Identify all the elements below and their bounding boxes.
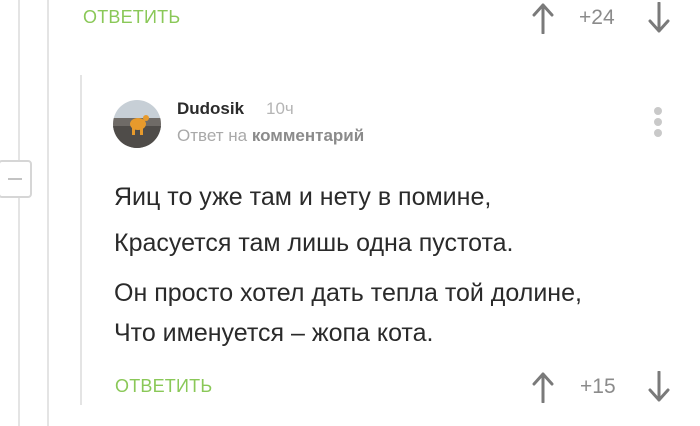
arrow-up-icon[interactable] bbox=[532, 2, 554, 34]
arrow-up-icon[interactable] bbox=[532, 371, 554, 403]
avatar[interactable] bbox=[113, 100, 161, 148]
comment-score: +15 bbox=[580, 375, 616, 398]
more-vertical-icon[interactable] bbox=[650, 107, 666, 137]
comment-line-3: Он просто хотел дать тепла той долине, bbox=[114, 279, 582, 307]
arrow-down-icon[interactable] bbox=[648, 371, 670, 403]
reply-to-link[interactable]: комментарий bbox=[252, 126, 364, 145]
thread-line-outer-right bbox=[47, 0, 49, 426]
arrow-down-icon[interactable] bbox=[648, 2, 670, 34]
comment-line-2: Красуется там лишь одна пустота. bbox=[114, 229, 514, 257]
comment-line-4: Что именуется – жопа кота. bbox=[114, 319, 434, 347]
collapse-thread-button[interactable] bbox=[0, 160, 32, 198]
username[interactable]: Dudosik bbox=[177, 99, 244, 119]
comment-time: 10ч bbox=[266, 99, 294, 118]
reply-button-top[interactable]: ОТВЕТИТЬ bbox=[83, 7, 180, 28]
thread-line-nested bbox=[80, 75, 82, 405]
reply-to-text: Ответ на комментарий bbox=[177, 126, 364, 146]
reply-to-prefix: Ответ на bbox=[177, 126, 248, 145]
thread-line-outer-left bbox=[18, 0, 20, 426]
comment-line-1: Яиц то уже там и нету в помине, bbox=[114, 183, 492, 211]
reply-button[interactable]: ОТВЕТИТЬ bbox=[115, 376, 212, 397]
score-top: +24 bbox=[579, 6, 615, 29]
